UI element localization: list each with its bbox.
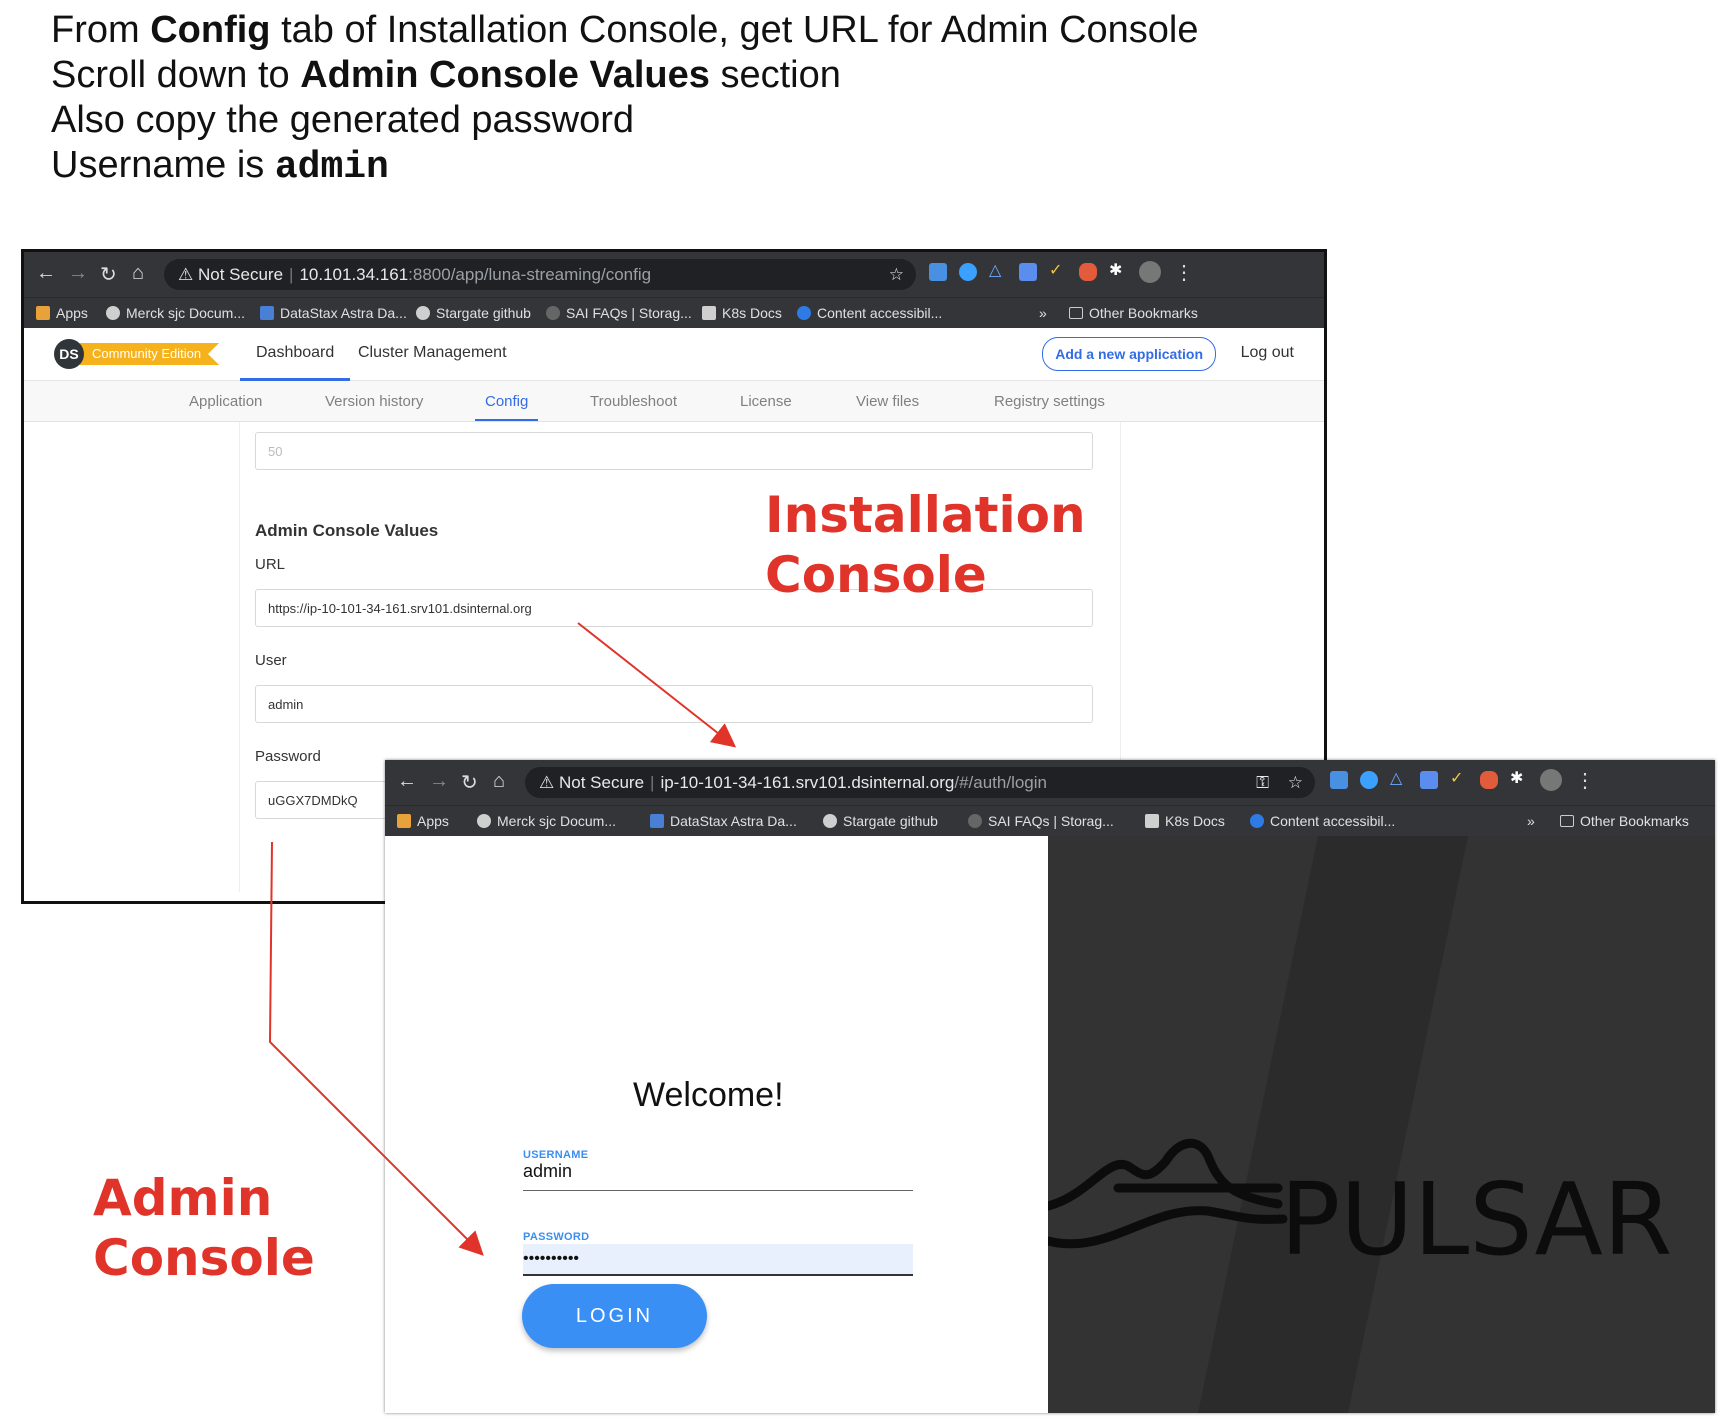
url-arrow	[577, 622, 737, 748]
annotation-arrows	[268, 622, 737, 1256]
password-arrow	[268, 841, 484, 1256]
